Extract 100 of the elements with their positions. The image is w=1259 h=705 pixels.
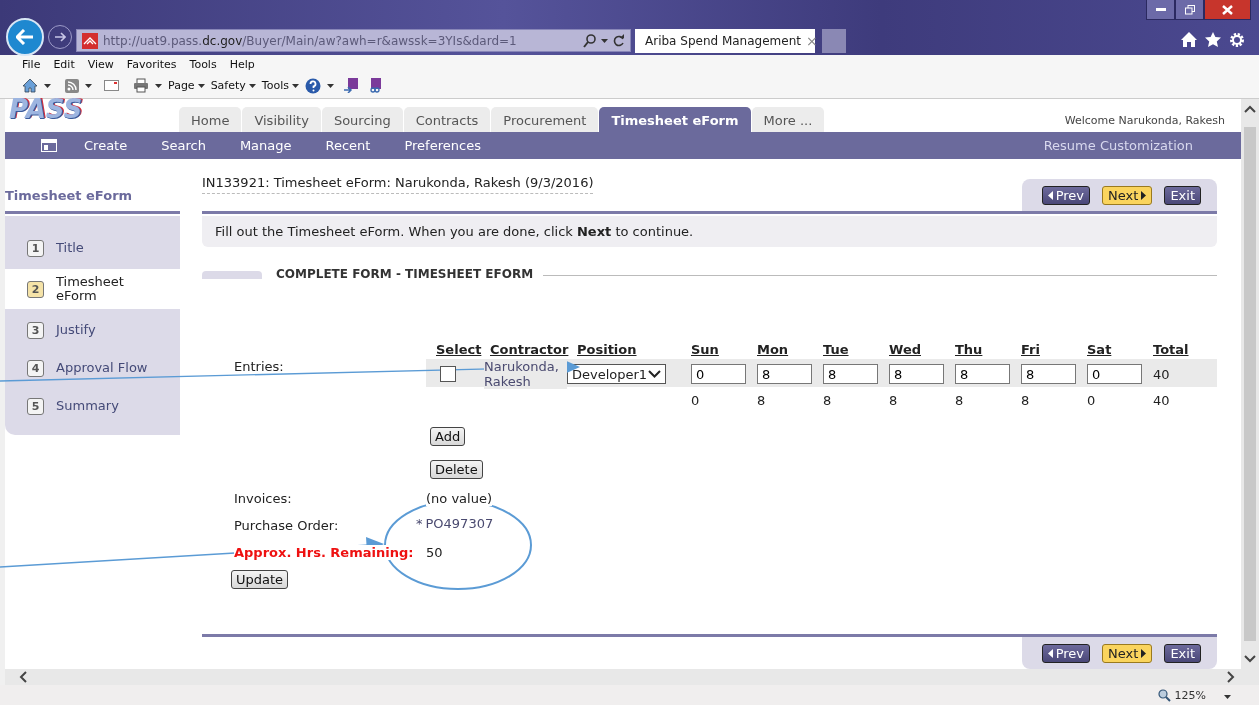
nav-link[interactable]: Search: [161, 138, 206, 153]
update-button[interactable]: Update: [231, 570, 289, 589]
nav-tab[interactable]: More ...: [751, 107, 825, 132]
nav-link[interactable]: Preferences: [404, 138, 481, 153]
column-header[interactable]: Wed: [879, 342, 945, 359]
zoom-level[interactable]: 125%: [1174, 688, 1206, 702]
column-header[interactable]: Select: [426, 342, 480, 359]
minimize-icon: [1155, 8, 1166, 11]
help-icon[interactable]: [304, 77, 321, 94]
vertical-scrollbar[interactable]: [1241, 99, 1259, 669]
menu-item[interactable]: Edit: [53, 57, 75, 71]
arrow-left-icon: [16, 29, 34, 45]
triangle-left-icon: [1047, 191, 1053, 200]
caret-icon: [44, 83, 51, 88]
caret-icon: [248, 83, 256, 88]
printer-icon[interactable]: [133, 78, 149, 93]
nav-link[interactable]: Recent: [325, 138, 371, 153]
close-button[interactable]: [1204, 0, 1251, 20]
column-header[interactable]: Tue: [813, 342, 879, 359]
url-text: http://uat9.pass.dc.gov/Buyer/Main/aw?awh=r&awssk=3YIs&dard=1: [103, 33, 518, 48]
form-title: IN133921: Timesheet eForm: Narukonda, Rakesh (9/3/2016): [202, 175, 594, 194]
exit-button[interactable]: Exit: [1164, 644, 1201, 663]
chevron-right-icon[interactable]: [1227, 671, 1235, 683]
step-item[interactable]: 2 Timesheet eForm: [5, 269, 180, 309]
step-item[interactable]: 5 Summary: [5, 389, 180, 423]
add-button[interactable]: Add: [430, 427, 466, 446]
prev-button[interactable]: Prev: [1041, 644, 1091, 663]
menu-item[interactable]: Help: [229, 57, 255, 71]
hours-field[interactable]: 0: [1087, 364, 1142, 384]
column-total: 0: [1086, 392, 1097, 408]
minimize-button[interactable]: [1146, 0, 1175, 20]
restore-icon: [1184, 4, 1195, 15]
close-icon: [1222, 4, 1233, 15]
settings-icon[interactable]: [1229, 32, 1245, 48]
menu-item[interactable]: File: [22, 57, 41, 71]
column-header[interactable]: Thu: [945, 342, 1011, 359]
nav-tab[interactable]: Contracts: [403, 107, 491, 132]
notebook-icon[interactable]: [343, 78, 358, 93]
nav-tab[interactable]: Visibility: [242, 107, 321, 132]
address-bar[interactable]: http://uat9.pass.dc.gov/Buyer/Main/aw?awh=r&awssk=3YIs&dard=1: [76, 29, 631, 52]
field-value: (no value): [426, 491, 492, 506]
command-menu[interactable]: Tools: [261, 79, 299, 92]
dashboard-icon[interactable]: [41, 139, 57, 152]
menu-item[interactable]: View: [87, 57, 114, 71]
hours-field[interactable]: 8: [955, 364, 1010, 384]
column-total: 8: [888, 392, 899, 408]
hours-field[interactable]: 8: [823, 364, 878, 384]
next-button[interactable]: Next: [1102, 644, 1153, 663]
field-value: PO497307: [425, 516, 494, 531]
column-header[interactable]: Mon: [747, 342, 813, 359]
field-label: Invoices:: [234, 491, 292, 506]
field-label: Approx. Hrs. Remaining:: [234, 545, 414, 560]
nav-tab[interactable]: Procurement: [491, 107, 599, 132]
column-header[interactable]: Total: [1143, 342, 1203, 359]
chevron-left-icon[interactable]: [19, 671, 27, 683]
zoom-icon[interactable]: [1157, 688, 1171, 702]
column-header[interactable]: Contractor: [480, 342, 567, 359]
step-item[interactable]: 4 Approval Flow: [5, 351, 180, 385]
hours-field[interactable]: 8: [757, 364, 812, 384]
command-menu[interactable]: Safety: [210, 79, 256, 92]
select-checkbox[interactable]: [440, 366, 456, 382]
column-header[interactable]: Sat: [1077, 342, 1143, 359]
column-header[interactable]: Sun: [681, 342, 747, 359]
menu-item[interactable]: Tools: [189, 57, 217, 71]
star-icon[interactable]: [1205, 32, 1221, 47]
next-button[interactable]: Next: [1102, 186, 1153, 205]
hours-field[interactable]: 8: [1021, 364, 1076, 384]
delete-button[interactable]: Delete: [430, 460, 483, 479]
back-button[interactable]: [6, 18, 44, 56]
command-menu[interactable]: Page: [168, 79, 205, 92]
nav-link[interactable]: Create: [84, 138, 128, 153]
nav-tab[interactable]: Home: [179, 107, 242, 132]
refresh-icon[interactable]: [613, 34, 625, 47]
step-item[interactable]: 3 Justify: [5, 313, 180, 347]
position-dropdown[interactable]: Developer1: [567, 364, 666, 384]
search-icon[interactable]: [583, 33, 596, 48]
chevron-up-icon[interactable]: [1244, 105, 1256, 113]
chevron-down-icon[interactable]: [1244, 655, 1256, 663]
nav-tab[interactable]: Timesheet eForm: [599, 107, 751, 132]
rss-feed-icon[interactable]: [65, 78, 79, 93]
field-label: Purchase Order:: [234, 518, 339, 533]
resume-customization-link[interactable]: Resume Customization: [1043, 138, 1193, 153]
menu-item[interactable]: Favorites: [126, 57, 177, 71]
exit-button[interactable]: Exit: [1164, 186, 1201, 205]
home-icon[interactable]: [22, 78, 38, 93]
step-item[interactable]: 1 Title: [5, 231, 180, 265]
notebook-icon[interactable]: [367, 78, 382, 93]
horizontal-scrollbar[interactable]: [5, 669, 1259, 685]
mail-icon[interactable]: [104, 80, 119, 91]
restore-button[interactable]: [1175, 0, 1204, 20]
prev-button[interactable]: Prev: [1041, 186, 1091, 205]
hours-field[interactable]: 8: [889, 364, 944, 384]
nav-link[interactable]: Manage: [239, 138, 292, 153]
home-icon[interactable]: [1181, 32, 1197, 47]
nav-tab[interactable]: Sourcing: [321, 107, 403, 132]
hours-field[interactable]: 0: [691, 364, 746, 384]
column-header[interactable]: Fri: [1011, 342, 1077, 359]
column-total: 0: [690, 392, 701, 408]
sidebar-title: Timesheet eForm: [5, 188, 133, 203]
welcome-text: Welcome Narukonda, Rakesh: [1064, 114, 1226, 129]
